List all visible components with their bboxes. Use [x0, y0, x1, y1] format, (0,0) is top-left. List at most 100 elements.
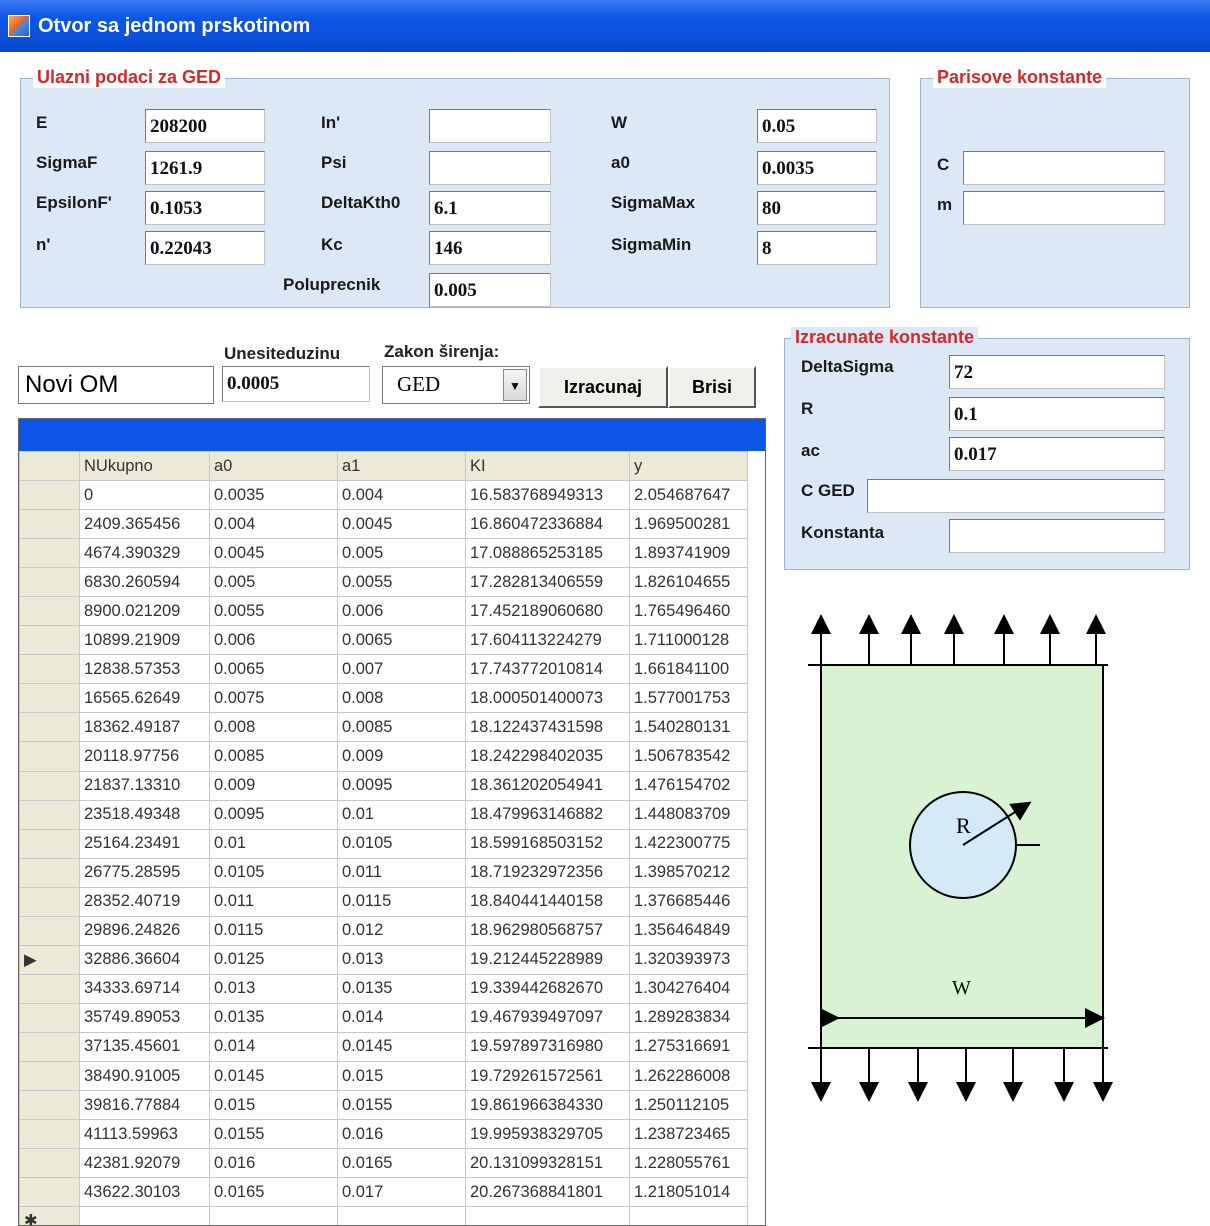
table-cell[interactable]: 0.0135	[209, 1002, 338, 1033]
table-row[interactable]: 23518.49348 0.0095 0.01 18.479963146882 1.44…	[19, 799, 748, 830]
new-row-marker[interactable]: ✱	[19, 1206, 80, 1225]
table-cell[interactable]: 34333.69714	[79, 973, 210, 1004]
row-header[interactable]	[19, 509, 80, 540]
table-cell[interactable]: 0.011	[209, 886, 338, 917]
table-cell[interactable]: 1.376685446	[629, 886, 748, 917]
table-cell[interactable]: 2.054687647	[629, 480, 748, 511]
table-cell[interactable]: 23518.49348	[79, 799, 210, 830]
field-Konstanta[interactable]	[949, 519, 1165, 553]
table-row[interactable]: 39816.77884 0.015 0.0155 19.861966384330 1.2…	[19, 1090, 748, 1121]
field-C[interactable]	[963, 151, 1165, 185]
table-cell[interactable]: 6830.260594	[79, 567, 210, 598]
table-cell[interactable]	[209, 1206, 338, 1225]
row-header[interactable]	[19, 1148, 80, 1179]
table-cell[interactable]: 0.015	[209, 1090, 338, 1121]
field-m[interactable]	[963, 191, 1165, 225]
table-cell[interactable]: 0	[79, 480, 210, 511]
table-cell[interactable]: 26775.28595	[79, 857, 210, 888]
table-row[interactable]: 4674.390329 0.0045 0.005 17.088865253185 1.8…	[19, 538, 748, 569]
row-header[interactable]	[19, 1090, 80, 1121]
table-row[interactable]: 21837.13310 0.009 0.0095 18.361202054941 1.4…	[19, 770, 748, 801]
row-header[interactable]	[19, 567, 80, 598]
table-cell[interactable]: 0.015	[337, 1060, 466, 1092]
table-cell[interactable]: 0.013	[337, 944, 466, 975]
table-cell[interactable]: 1.711000128	[629, 625, 748, 656]
table-cell[interactable]: 18.242298402035	[465, 741, 630, 772]
law-select[interactable]: GED ▼	[382, 366, 530, 404]
clear-button[interactable]: Brisi	[668, 366, 756, 408]
table-cell[interactable]: 18.000501400073	[465, 683, 630, 714]
table-cell[interactable]: 19.467939497097	[465, 1002, 630, 1033]
table-cell[interactable]: 2409.365456	[79, 509, 210, 540]
table-cell[interactable]: 0.008	[209, 712, 338, 743]
table-cell[interactable]: 0.0065	[337, 625, 466, 656]
table-cell[interactable]: 19.995938329705	[465, 1119, 630, 1150]
table-cell[interactable]: 0.0155	[337, 1090, 466, 1121]
column-header[interactable]: KI	[465, 450, 630, 482]
new-row[interactable]: ✱	[19, 1206, 748, 1225]
table-cell[interactable]: 0.0035	[209, 480, 338, 511]
table-cell[interactable]: 18362.49187	[79, 712, 210, 743]
table-cell[interactable]	[79, 1206, 210, 1225]
row-header[interactable]	[19, 886, 80, 917]
field-DeltaSigma[interactable]: 72	[949, 355, 1165, 389]
table-cell[interactable]: 16565.62649	[79, 683, 210, 714]
table-row[interactable]: 38490.91005 0.0145 0.015 19.729261572561 1.2…	[19, 1060, 748, 1092]
field-In[interactable]	[429, 109, 551, 143]
table-row[interactable]: 41113.59963 0.0155 0.016 19.995938329705 1.2…	[19, 1119, 748, 1150]
table-cell[interactable]: 43622.30103	[79, 1177, 210, 1208]
row-header[interactable]	[19, 1119, 80, 1150]
table-cell[interactable]	[465, 1206, 630, 1225]
table-cell[interactable]: 0.006	[209, 625, 338, 656]
table-row[interactable]: 25164.23491 0.01 0.0105 18.599168503152 1.42…	[19, 828, 748, 859]
table-cell[interactable]: 0.0165	[337, 1148, 466, 1179]
field-SigmaMin[interactable]: 8	[757, 231, 877, 265]
row-header[interactable]	[19, 828, 80, 859]
table-cell[interactable]: 1.765496460	[629, 596, 748, 627]
table-cell[interactable]: 19.597897316980	[465, 1031, 630, 1062]
table-cell[interactable]: 4674.390329	[79, 538, 210, 569]
table-cell[interactable]: 0.0145	[209, 1060, 338, 1092]
field-E[interactable]: 208200	[145, 109, 265, 143]
table-cell[interactable]: 0.011	[337, 857, 466, 888]
row-header[interactable]	[19, 915, 80, 946]
row-header[interactable]	[19, 654, 80, 685]
table-cell[interactable]: 1.969500281	[629, 509, 748, 540]
table-cell[interactable]: 0.0085	[209, 741, 338, 772]
table-row[interactable]: 10899.21909 0.006 0.0065 17.604113224279 1.7…	[19, 625, 748, 656]
table-cell[interactable]: 18.122437431598	[465, 712, 630, 743]
table-row[interactable]: 8900.021209 0.0055 0.006 17.452189060680 1.7…	[19, 596, 748, 627]
row-header[interactable]	[19, 770, 80, 801]
table-row[interactable]: 37135.45601 0.014 0.0145 19.597897316980 1.2…	[19, 1031, 748, 1062]
table-cell[interactable]: 19.861966384330	[465, 1090, 630, 1121]
table-cell[interactable]: 0.0105	[209, 857, 338, 888]
table-cell[interactable]: 0.0045	[209, 538, 338, 569]
row-header[interactable]	[19, 1060, 80, 1092]
row-header[interactable]	[19, 1002, 80, 1033]
row-header[interactable]	[19, 683, 80, 714]
table-cell[interactable]: 1.398570212	[629, 857, 748, 888]
row-header[interactable]	[19, 1177, 80, 1208]
table-cell[interactable]: 1.228055761	[629, 1148, 748, 1179]
table-cell[interactable]: 21837.13310	[79, 770, 210, 801]
row-header[interactable]	[19, 799, 80, 830]
table-row[interactable]: 43622.30103 0.0165 0.017 20.267368841801 1.2…	[19, 1177, 748, 1208]
table-row[interactable]: 18362.49187 0.008 0.0085 18.122437431598 1.5…	[19, 712, 748, 743]
table-row[interactable]: 26775.28595 0.0105 0.011 18.719232972356 1.3…	[19, 857, 748, 888]
row-header[interactable]	[19, 741, 80, 772]
table-cell[interactable]: 0.005	[337, 538, 466, 569]
column-header[interactable]: NUkupno	[79, 450, 210, 482]
table-cell[interactable]: 0.0115	[209, 915, 338, 946]
table-cell[interactable]: 0.0125	[209, 944, 338, 975]
table-cell[interactable]: 18.962980568757	[465, 915, 630, 946]
table-cell[interactable]: 35749.89053	[79, 1002, 210, 1033]
table-cell[interactable]: 0.0055	[337, 567, 466, 598]
table-row[interactable]: 20118.97756 0.0085 0.009 18.242298402035 1.5…	[19, 741, 748, 772]
table-cell[interactable]: 1.289283834	[629, 1002, 748, 1033]
table-row[interactable]: 28352.40719 0.011 0.0115 18.840441440158 1.3…	[19, 886, 748, 917]
table-cell[interactable]: 1.250112105	[629, 1090, 748, 1121]
table-cell[interactable]: 0.014	[209, 1031, 338, 1062]
table-cell[interactable]: 0.0075	[209, 683, 338, 714]
table-cell[interactable]: 0.016	[337, 1119, 466, 1150]
field-n[interactable]: 0.22043	[145, 231, 265, 265]
